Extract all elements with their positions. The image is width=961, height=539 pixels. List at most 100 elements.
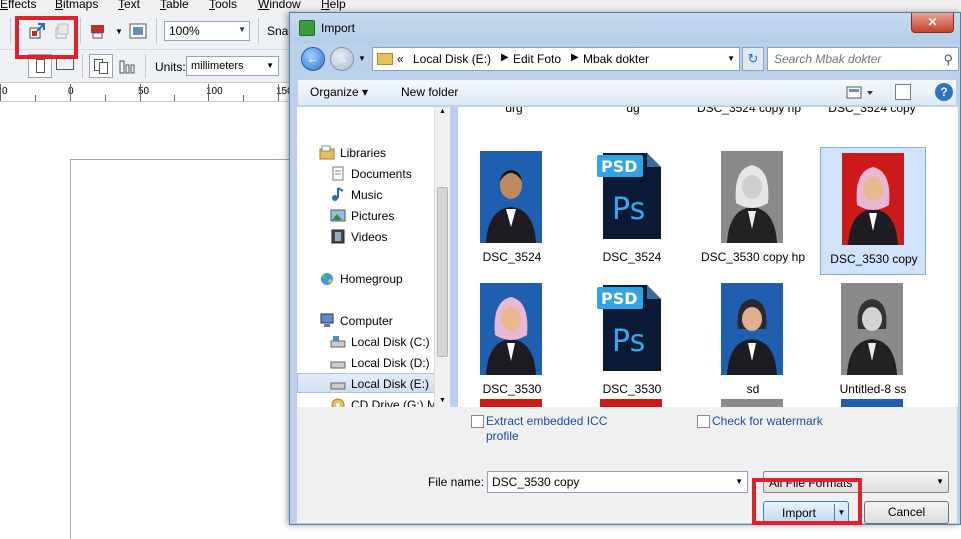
- sidebar-item-libraries[interactable]: Libraries: [319, 143, 443, 163]
- sidebar-item-local-disk-d[interactable]: Local Disk (D:): [330, 353, 443, 373]
- file-name-field[interactable]: ▼: [487, 471, 748, 493]
- sidebar-item-documents[interactable]: Documents: [330, 164, 443, 184]
- menu-tools[interactable]: Tools: [209, 0, 237, 11]
- scrollbar-thumb[interactable]: [437, 187, 448, 357]
- current-page-icon[interactable]: [118, 58, 136, 76]
- file-item-sd[interactable]: sd: [700, 278, 806, 406]
- page-outline: [70, 159, 310, 539]
- search-box[interactable]: ⚲: [767, 47, 959, 71]
- zoom-level-select[interactable]: 100% ▼: [164, 21, 250, 41]
- landscape-icon[interactable]: [56, 58, 74, 70]
- menu-text[interactable]: Text: [118, 0, 140, 11]
- check-watermark-label[interactable]: Check for watermark: [712, 414, 823, 429]
- all-pages-button[interactable]: [89, 54, 113, 78]
- ruler-tick: [174, 95, 175, 101]
- extract-icc-checkbox[interactable]: [471, 415, 484, 428]
- navigation-scrollbar[interactable]: ▲ ▼: [434, 107, 450, 407]
- file-item-dsc-3524-psd[interactable]: PSD Ps DSC_3524: [579, 146, 685, 274]
- recent-locations-chevron-icon[interactable]: ▼: [358, 54, 366, 63]
- organize-menu[interactable]: Organize ▾: [310, 85, 368, 99]
- breadcrumb-overflow[interactable]: «: [397, 52, 404, 66]
- photo-thumbnail-partial[interactable]: [480, 399, 542, 407]
- preview-pane-icon[interactable]: [895, 84, 911, 100]
- file-item-dsc-3530-copy[interactable]: DSC_3530 copy: [820, 147, 926, 275]
- refresh-button[interactable]: ↻: [742, 47, 764, 71]
- scroll-up-icon[interactable]: ▲: [439, 108, 446, 115]
- file-name-input[interactable]: [488, 472, 728, 492]
- chevron-down-icon[interactable]: ▼: [735, 477, 743, 486]
- change-view-icon[interactable]: [846, 85, 876, 101]
- photo-thumbnail: [721, 283, 783, 375]
- horizontal-ruler[interactable]: 0 0 50 100 150: [0, 84, 300, 102]
- sidebar-item-local-disk-c[interactable]: Local Disk (C:): [330, 332, 443, 352]
- disk-icon: [330, 382, 346, 390]
- scroll-down-icon[interactable]: ▼: [439, 397, 446, 404]
- dialog-titlebar[interactable]: Import ✕: [290, 13, 960, 43]
- sidebar-item-cd-drive-g[interactable]: CD Drive (G:) Mo: [330, 395, 443, 407]
- sidebar-item-music[interactable]: Music: [330, 185, 443, 205]
- search-input[interactable]: [768, 48, 938, 70]
- sidebar-item-label: Pictures: [351, 209, 395, 223]
- arrow-right-icon: →: [335, 51, 349, 66]
- chevron-down-icon[interactable]: ▼: [115, 27, 123, 36]
- close-button[interactable]: ✕: [911, 13, 954, 33]
- photo-thumbnail: [842, 153, 904, 245]
- publish-pdf-icon[interactable]: [89, 22, 107, 40]
- breadcrumb-local-disk-e[interactable]: Local Disk (E:): [413, 52, 491, 66]
- psd-badge-text: PSD: [601, 157, 638, 176]
- sidebar-item-pictures[interactable]: Pictures: [330, 206, 443, 226]
- search-icon[interactable]: ⚲: [943, 52, 953, 68]
- file-name: sd: [746, 382, 760, 396]
- sidebar-item-label: Music: [351, 188, 383, 202]
- file-item-dsc-3530-photo[interactable]: DSC_3530: [459, 278, 565, 406]
- new-folder-button[interactable]: New folder: [401, 85, 458, 99]
- check-watermark-checkbox[interactable]: [697, 415, 710, 428]
- computer-icon: [320, 313, 334, 327]
- breadcrumb-arrow-icon[interactable]: ▶: [501, 52, 509, 63]
- file-item-dsc-3530-copy-hp[interactable]: DSC_3530 copy hp: [700, 146, 806, 274]
- menu-bitmaps[interactable]: Bitmaps: [55, 0, 98, 11]
- address-row: ← → ▼ « Local Disk (E:) ▶ Edit Foto ▶ Mb…: [297, 46, 959, 72]
- file-item-dsc-3530-psd[interactable]: PSD Ps DSC_3530: [579, 278, 685, 406]
- chevron-down-icon: ▼: [936, 477, 944, 486]
- units-select[interactable]: millimeters ▼: [186, 56, 279, 76]
- photoshop-file-icon: PSD Ps: [597, 285, 661, 371]
- menu-effects[interactable]: Effects: [0, 0, 36, 11]
- breadcrumb-edit-foto[interactable]: Edit Foto: [513, 52, 561, 66]
- breadcrumb-mbak-dokter[interactable]: Mbak dokter: [583, 52, 649, 66]
- sidebar-item-label: Local Disk (E:): [351, 377, 430, 391]
- dialog-title: Import: [321, 21, 356, 35]
- ruler-tick: [278, 84, 279, 101]
- sidebar-item-label: Local Disk (C:): [351, 335, 430, 349]
- ruler-tick: [0, 84, 1, 101]
- toolbar-separator: [258, 18, 259, 44]
- help-icon[interactable]: ?: [935, 83, 953, 101]
- file-item-dsc-3524-photo[interactable]: DSC_3524: [459, 146, 565, 274]
- cancel-button[interactable]: Cancel: [864, 501, 949, 524]
- photo-thumbnail-partial[interactable]: [721, 399, 783, 407]
- back-button[interactable]: ←: [301, 47, 325, 71]
- sidebar-item-label: Libraries: [340, 146, 387, 160]
- chevron-down-icon[interactable]: ▼: [727, 54, 735, 63]
- sidebar-item-homegroup[interactable]: Homegroup: [319, 269, 443, 289]
- command-bar: Organize ▾ New folder ?: [297, 79, 957, 106]
- photo-thumbnail-partial[interactable]: [841, 399, 903, 407]
- forward-button[interactable]: →: [330, 47, 354, 71]
- menu-help[interactable]: Help: [321, 0, 346, 11]
- music-icon: [332, 187, 344, 201]
- application-launcher-icon[interactable]: [129, 22, 147, 40]
- photo-thumbnail-partial[interactable]: [600, 399, 662, 407]
- sidebar-item-local-disk-e[interactable]: Local Disk (E:): [297, 373, 443, 393]
- breadcrumb-arrow-icon[interactable]: ▶: [571, 52, 579, 63]
- menu-table[interactable]: Table: [160, 0, 189, 11]
- drawing-canvas[interactable]: [0, 103, 310, 539]
- sidebar-item-computer[interactable]: Computer: [319, 311, 443, 331]
- file-item-untitled-8-ss[interactable]: Untitled-8 ss: [820, 278, 926, 406]
- sidebar-item-videos[interactable]: Videos: [330, 227, 443, 247]
- breadcrumb[interactable]: « Local Disk (E:) ▶ Edit Foto ▶ Mbak dok…: [372, 47, 740, 71]
- extract-icc-label[interactable]: Extract embedded ICC profile: [486, 414, 616, 444]
- ruler-tick: [105, 95, 106, 101]
- navigation-pane: Libraries Documents Music Pictures Video…: [297, 107, 444, 407]
- file-list[interactable]: drg dg DSC_3524 copy hp DSC_3524 copy DS…: [458, 107, 958, 407]
- menu-window[interactable]: Window: [258, 0, 301, 11]
